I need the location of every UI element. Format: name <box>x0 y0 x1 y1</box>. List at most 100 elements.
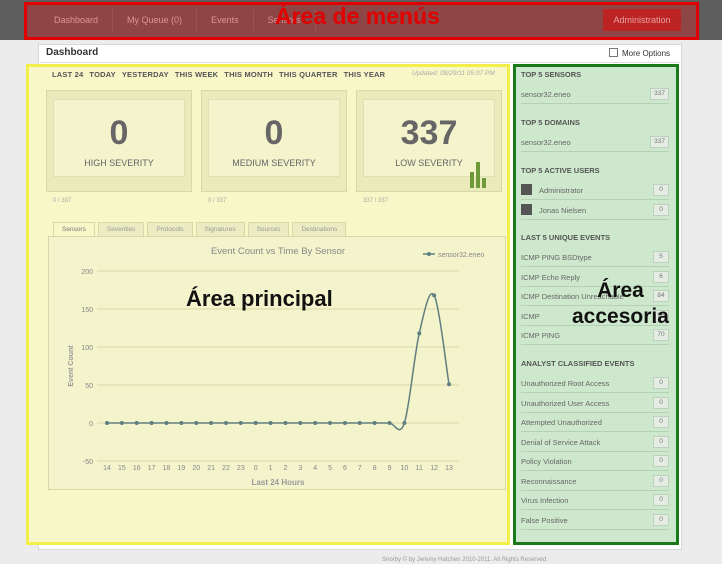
item-label: ICMP <box>521 311 540 321</box>
x-tick-label: 14 <box>103 465 111 472</box>
item-label: Attempted Unauthorized <box>521 418 602 427</box>
x-tick-label: 0 <box>254 465 258 472</box>
count-badge: 0 <box>653 513 669 526</box>
item-label: Administrator <box>539 186 584 195</box>
x-tick-label: 9 <box>388 465 392 472</box>
page-title: Dashboard <box>46 47 99 58</box>
active-users-heading: TOP 5 ACTIVE USERS <box>521 166 600 175</box>
side-area-label: Área accesoria <box>572 278 669 330</box>
tab-this-month[interactable]: THIS MONTH <box>224 70 273 79</box>
severity-label: HIGH SEVERITY <box>84 158 154 168</box>
x-tick-label: 17 <box>148 465 156 472</box>
data-point <box>253 421 258 425</box>
data-point <box>313 421 318 425</box>
tab-this-year[interactable]: THIS YEAR <box>344 70 386 79</box>
data-point <box>149 421 154 425</box>
data-point <box>283 421 288 425</box>
tab-today[interactable]: TODAY <box>89 70 115 79</box>
item-label: ICMP PING <box>521 331 561 340</box>
x-tick-label: 1 <box>269 465 273 472</box>
data-point <box>417 331 422 336</box>
tab-this-week[interactable]: THIS WEEK <box>175 70 218 79</box>
count-badge: 0 <box>653 184 669 196</box>
item-label: Unauthorized Root Access <box>521 379 610 388</box>
classified-events-item[interactable]: Denial of Service Attack 0 <box>521 434 669 450</box>
x-tick-label: 3 <box>298 465 302 472</box>
classified-events-item[interactable]: Virus Infection 0 <box>521 492 669 508</box>
divider <box>521 489 669 491</box>
tab-sensors[interactable]: Sensors <box>53 222 95 237</box>
x-tick-label: 12 <box>430 465 438 472</box>
divider <box>521 344 669 345</box>
options-icon <box>609 48 618 57</box>
classified-events-item[interactable]: Reconnaissance 0 <box>521 473 669 489</box>
item-label: sensor32.eneo <box>521 90 571 99</box>
count-badge: 0 <box>653 396 669 409</box>
high-severity-card[interactable]: 0 HIGH SEVERITY 0 / 337 <box>46 90 192 204</box>
data-point <box>209 421 214 425</box>
more-options-link[interactable]: More Options <box>609 48 670 58</box>
classified-events-item[interactable]: Unauthorized User Access 0 <box>521 395 669 411</box>
series-line <box>107 292 450 431</box>
y-tick-label: 50 <box>85 383 93 390</box>
divider <box>521 509 669 510</box>
top-sensors-item[interactable]: sensor32.eneo 337 <box>521 86 669 102</box>
count-badge: 5 <box>653 251 669 263</box>
item-label: Reconnaissance <box>521 476 577 486</box>
tab-last-24[interactable]: LAST 24 <box>52 70 83 79</box>
severity-count: 337 <box>400 114 458 152</box>
divider <box>521 266 669 267</box>
x-tick-label: 20 <box>192 465 200 472</box>
tab-protocols[interactable]: Protocols <box>147 222 193 237</box>
tab-signatures[interactable]: Signatures <box>195 222 245 237</box>
medium-severity-card[interactable]: 0 MEDIUM SEVERITY 0 / 337 <box>201 90 347 204</box>
x-tick-label: 8 <box>373 465 377 472</box>
data-point <box>447 382 451 387</box>
top-domains-item[interactable]: sensor32.eneo 337 <box>521 134 669 150</box>
data-point <box>328 421 333 425</box>
x-tick-label: 18 <box>163 465 171 472</box>
footer-text: Snorby © by Jeremy Hatchen 2010-2011. Al… <box>382 557 548 563</box>
data-point <box>134 421 139 425</box>
data-point <box>402 421 407 425</box>
divider <box>521 392 669 393</box>
unique-events-heading: LAST 5 UNIQUE EVENTS <box>521 233 611 242</box>
chart-tabs: Sensors Severities Protocols Signatures … <box>53 222 347 237</box>
more-options-label: More Options <box>622 49 671 58</box>
data-point <box>223 421 228 425</box>
x-tick-label: 19 <box>177 465 185 472</box>
x-tick-label: 4 <box>313 465 317 472</box>
unique-events-item[interactable]: ICMP PING BSDtype 5 <box>521 249 669 265</box>
data-point <box>357 421 362 425</box>
tab-destinations[interactable]: Destinations <box>292 222 347 237</box>
count-badge: 0 <box>653 203 669 216</box>
divider <box>521 431 669 432</box>
item-label: ICMP PING BSDtype <box>521 253 592 262</box>
classified-events-item[interactable]: False Positive 0 <box>521 512 669 528</box>
updated-timestamp: Updated: 08/29/11 05:07 PM <box>412 70 495 77</box>
y-axis-label: Event Count <box>68 345 75 387</box>
tab-severities[interactable]: Severities <box>97 222 145 237</box>
classified-events-item[interactable]: Policy Violation 0 <box>521 453 669 469</box>
x-tick-label: 11 <box>416 465 423 472</box>
active-users-item[interactable]: Administrator 0 <box>521 182 669 198</box>
data-point <box>119 421 124 425</box>
data-point <box>179 421 184 425</box>
x-tick-label: 6 <box>343 465 347 472</box>
item-label: Denial of Service Attack <box>521 437 601 447</box>
active-users-item[interactable]: Jonas Nielsen 0 <box>521 202 669 218</box>
classified-events-heading: ANALYST CLASSIFIED EVENTS <box>521 359 635 368</box>
data-point <box>432 293 437 298</box>
tab-this-quarter[interactable]: THIS QUARTER <box>279 70 338 79</box>
title-divider <box>40 62 680 63</box>
severity-ratio: 0 / 337 <box>53 198 72 204</box>
severity-ratio: 0 / 337 <box>208 198 227 204</box>
chart-panel: -50 0 50 100 150 200 14 15 16 17 18 19 20 21 22 23 0 1 2 3 4… <box>48 236 506 490</box>
legend-marker <box>427 252 431 256</box>
severity-count: 0 <box>109 114 129 152</box>
tab-sources[interactable]: Sources <box>247 222 290 237</box>
divider <box>521 450 669 452</box>
classified-events-item[interactable]: Attempted Unauthorized 0 <box>521 414 669 430</box>
classified-events-item[interactable]: Unauthorized Root Access 0 <box>521 375 669 391</box>
tab-yesterday[interactable]: YESTERDAY <box>122 70 169 79</box>
